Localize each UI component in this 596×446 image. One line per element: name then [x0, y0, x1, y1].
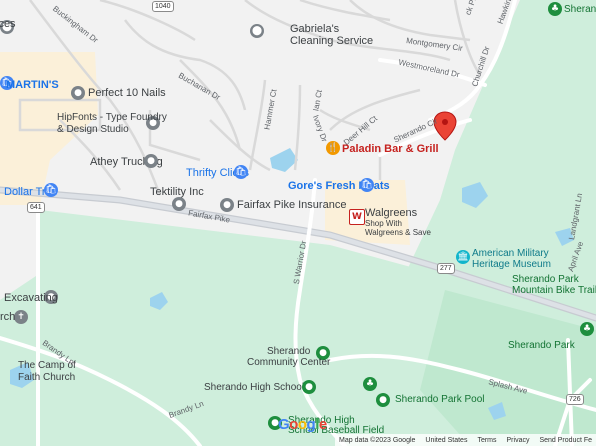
map-data-text: Map data ©2023 Google	[339, 436, 416, 444]
pond-1	[270, 148, 298, 172]
map-base-layer	[0, 0, 596, 446]
poi-label-bike-trails[interactable]: Sherando Park Mountain Bike Trails	[512, 274, 596, 296]
walgreens-logo-icon[interactable]: W	[349, 209, 365, 225]
feedback-link[interactable]: Send Product Fe	[539, 437, 592, 444]
poi-label-fairfax-ins[interactable]: Fairfax Pike Insurance	[237, 199, 346, 211]
shopping-bag-icon[interactable]: 🛍	[44, 183, 58, 197]
poi-label-walgreens[interactable]: Walgreens	[365, 207, 417, 219]
shopping-bag-icon[interactable]: 🛍	[360, 178, 374, 192]
place-icon[interactable]: ⬤	[250, 24, 264, 38]
shopping-bag-icon[interactable]: 🛍	[234, 165, 248, 179]
place-icon[interactable]: ●	[172, 197, 186, 211]
region-link[interactable]: United States	[425, 437, 467, 444]
poi-label-park-pool[interactable]: Sherando Park Pool	[395, 394, 485, 405]
privacy-link[interactable]: Privacy	[507, 437, 530, 444]
museum-icon[interactable]: 🏛	[456, 250, 470, 264]
place-icon[interactable]: ●	[220, 198, 234, 212]
attribution-bar: Map data ©2023 Google United States Term…	[335, 434, 596, 446]
poi-label-gores[interactable]: Gore's Fresh Meats	[288, 180, 390, 192]
map-canvas[interactable]: 1040 641 277 726 Buckingham Dr Buchanan …	[0, 0, 596, 446]
church-icon[interactable]: ✝	[14, 310, 28, 324]
google-logo: Google	[278, 416, 327, 433]
tree-icon[interactable]: ♣	[363, 377, 377, 391]
poi-label-sherando-park[interactable]: Sherando Park	[508, 340, 575, 351]
poi-label-paladin[interactable]: Paladin Bar & Grill	[342, 143, 439, 155]
tree-icon[interactable]: ♣	[580, 322, 594, 336]
poi-label-museum[interactable]: American Military Heritage Museum	[472, 248, 551, 270]
poi-label-sherando-top[interactable]: Sherando	[564, 4, 596, 15]
place-icon[interactable]: ●	[144, 154, 158, 168]
destination-marker	[433, 111, 457, 141]
poi-label-hipfonts[interactable]: HipFonts - Type Foundry & Design Studio	[57, 112, 167, 136]
poi-label-church-partial[interactable]: rch	[0, 311, 15, 323]
poi-label-walgreens-sub: Shop With Walgreens & Save	[365, 219, 431, 237]
route-277-shield: 277	[437, 263, 455, 274]
poi-label-ices[interactable]: ices	[0, 18, 16, 30]
poi-label-community-center[interactable]: Sherando Community Center	[247, 346, 330, 368]
place-icon[interactable]: ●	[71, 86, 85, 100]
poi-label-martins[interactable]: MARTIN'S	[6, 79, 59, 91]
poi-label-high-school[interactable]: Sherando High School	[204, 382, 304, 393]
poi-label-excavating[interactable]: Excavating	[4, 292, 58, 304]
fork-knife-icon[interactable]: 🍴	[326, 141, 340, 155]
terms-link[interactable]: Terms	[477, 437, 496, 444]
poi-label-faith-church[interactable]: The Camp of Faith Church	[18, 360, 76, 384]
school-icon[interactable]: ●	[302, 380, 316, 394]
route-641-shield: 641	[27, 202, 45, 213]
tree-icon[interactable]: ♣	[548, 2, 562, 16]
route-1040-shield: 1040	[152, 1, 174, 12]
route-726-shield: 726	[566, 394, 584, 405]
poi-label-gabriela[interactable]: Gabriela's Cleaning Service	[290, 23, 373, 47]
poi-label-perfect10[interactable]: Perfect 10 Nails	[88, 87, 166, 99]
pool-icon[interactable]: ●	[376, 393, 390, 407]
